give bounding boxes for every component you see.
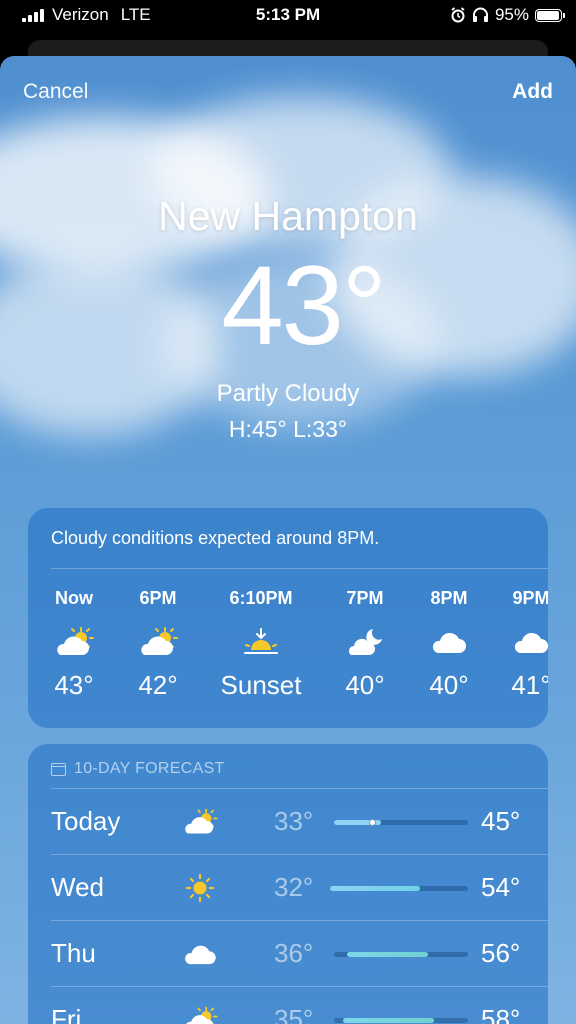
hour-item: 6PM 42° — [113, 588, 203, 701]
alarm-icon — [451, 7, 465, 23]
hour-item: 6:10PM Sunset — [206, 588, 316, 701]
battery-icon — [535, 8, 565, 22]
hourly-forecast-card[interactable]: Cloudy conditions expected around 8PM. N… — [28, 508, 548, 728]
status-bar: Verizon LTE 5:13 PM 95% — [0, 0, 576, 32]
day-row[interactable]: Fri 35° 58° — [28, 986, 548, 1024]
hour-temp: 42° — [138, 670, 178, 700]
cancel-button[interactable]: Cancel — [23, 80, 88, 104]
day-row[interactable]: Thu 36° 56° — [28, 920, 548, 986]
temperature-range-bar — [334, 1018, 468, 1023]
hour-item: 7PM 40° — [320, 588, 410, 701]
battery-percent: 95% — [494, 5, 529, 24]
add-location-sheet: Cancel Add New Hampton 43° Partly Cloudy… — [0, 56, 576, 1024]
temperature-range-bar — [334, 952, 468, 957]
hour-temp: 43° — [54, 670, 94, 700]
hour-time: 6:10PM — [229, 588, 293, 608]
cloud-icon — [486, 614, 548, 670]
hour-item: 8PM 40° — [404, 588, 494, 701]
cloud-icon — [178, 934, 222, 974]
partly-cloudy-night-icon — [320, 614, 410, 670]
hour-temp: 41° — [511, 670, 548, 700]
headphones-icon — [472, 7, 488, 22]
temperature-range-fill — [343, 1018, 435, 1023]
hour-time: 6PM — [139, 588, 177, 608]
calendar-icon — [51, 762, 66, 776]
add-button[interactable]: Add — [512, 80, 553, 104]
hour-temp: 40° — [345, 670, 385, 700]
current-condition: Partly Cloudy — [216, 380, 360, 407]
hour-item: Now 43° — [29, 588, 119, 701]
ten-day-header: 10-DAY FORECAST — [51, 760, 225, 778]
day-high: 56° — [481, 938, 521, 968]
sun-icon — [178, 868, 222, 908]
hour-temp: Sunset — [220, 670, 302, 700]
hour-time: 7PM — [346, 588, 384, 608]
day-low: 32° — [274, 872, 314, 902]
hour-item: 9PM 41° — [486, 588, 548, 701]
day-high: 58° — [481, 1004, 521, 1024]
partly-cloudy-icon — [178, 802, 222, 842]
day-name: Today — [51, 806, 121, 836]
ten-day-forecast-card[interactable]: 10-DAY FORECAST Today 33° 45° Wed 32° 54… — [28, 744, 548, 1024]
cloud-icon — [404, 614, 494, 670]
partly-cloudy-icon — [178, 1000, 222, 1024]
high-low: H:45° L:33° — [228, 416, 348, 442]
day-low: 36° — [274, 938, 314, 968]
ten-day-title: 10-DAY FORECAST — [74, 760, 225, 777]
day-high: 54° — [481, 872, 521, 902]
temperature-range-fill — [330, 886, 420, 891]
day-name: Thu — [51, 938, 96, 968]
day-row[interactable]: Today 33° 45° — [28, 788, 548, 854]
temperature-range-bar — [330, 886, 468, 891]
day-low: 33° — [274, 806, 314, 836]
sunset-icon — [206, 614, 316, 670]
forecast-summary: Cloudy conditions expected around 8PM. — [51, 528, 380, 548]
hour-temp: 40° — [429, 670, 469, 700]
day-name: Wed — [51, 872, 104, 902]
temperature-range-fill — [347, 952, 428, 957]
partly-cloudy-icon — [29, 614, 119, 670]
hour-time: 8PM — [430, 588, 468, 608]
day-name: Fri — [51, 1004, 82, 1024]
day-row[interactable]: Wed 32° 54° — [28, 854, 548, 920]
current-temp-marker — [368, 819, 376, 826]
hour-time: 9PM — [512, 588, 548, 608]
city-name: New Hampton — [158, 193, 418, 239]
divider — [51, 568, 548, 569]
sheet-nav-bar: Cancel Add — [0, 78, 576, 108]
temperature-range-bar — [334, 819, 468, 826]
day-high: 45° — [481, 806, 521, 836]
hour-time: Now — [55, 588, 93, 608]
day-low: 35° — [274, 1004, 314, 1024]
partly-cloudy-icon — [113, 614, 203, 670]
current-temperature: 43° — [221, 243, 386, 368]
